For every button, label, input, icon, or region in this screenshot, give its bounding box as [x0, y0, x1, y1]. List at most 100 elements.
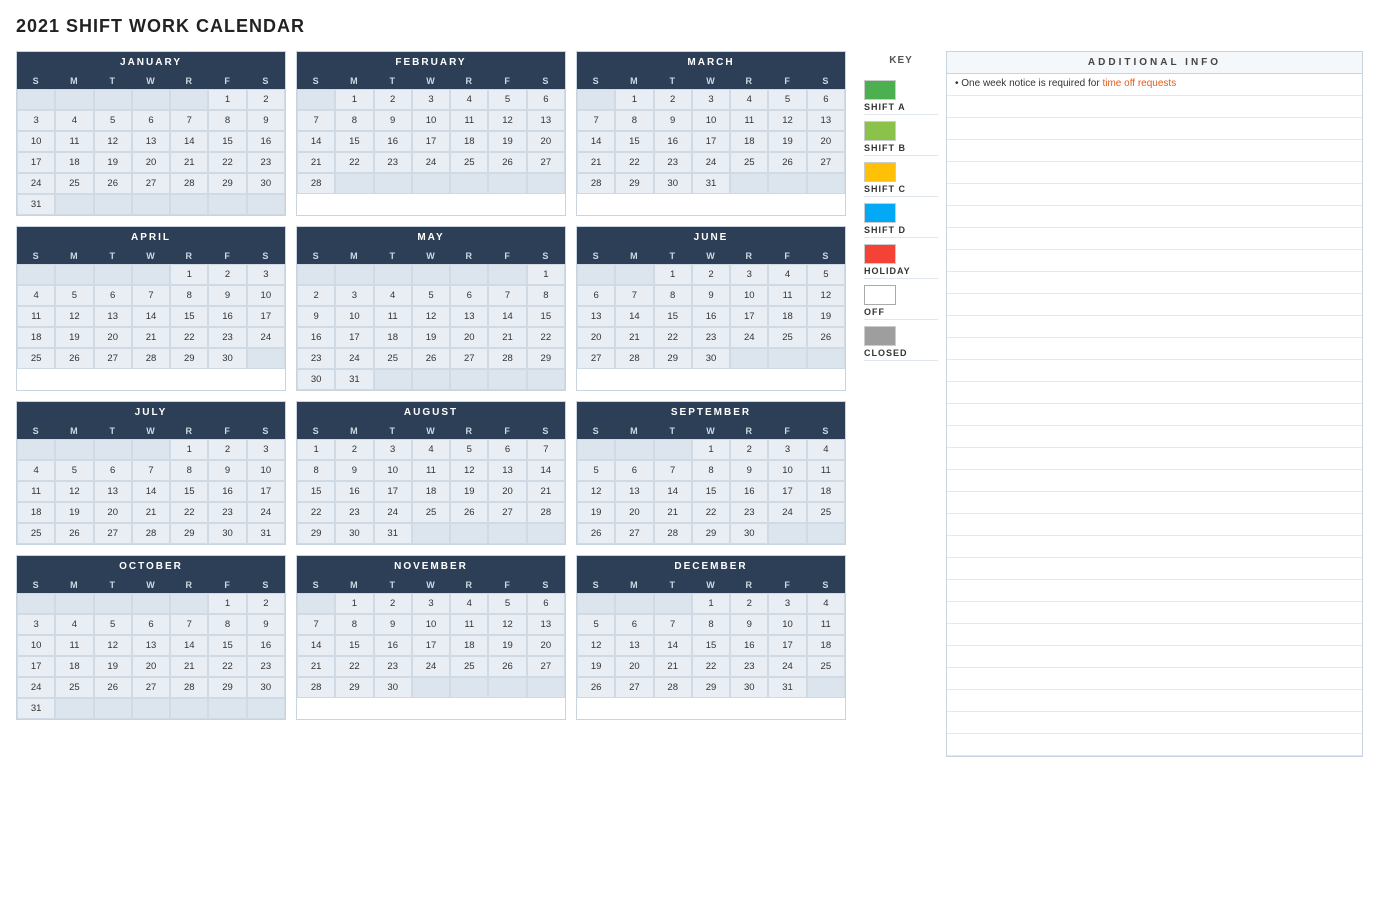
cal-cell-empty: [94, 439, 132, 460]
additional-info-row-1[interactable]: [947, 96, 1362, 118]
cal-cell-day: 2: [374, 89, 412, 110]
cal-cell-day: 13: [132, 635, 170, 656]
additional-info-row-11[interactable]: [947, 316, 1362, 338]
cal-cell-day: 26: [577, 523, 615, 544]
cal-cell-day: 15: [170, 306, 208, 327]
cal-cell-empty: [412, 369, 450, 390]
additional-info-row-2[interactable]: [947, 118, 1362, 140]
cal-cell-day: 9: [335, 460, 373, 481]
additional-info-row-16[interactable]: [947, 426, 1362, 448]
cal-cell-day: 25: [450, 152, 488, 173]
additional-info-row-17[interactable]: [947, 448, 1362, 470]
additional-info-row-24[interactable]: [947, 602, 1362, 624]
day-header-label: R: [450, 248, 488, 264]
additional-info-row-6[interactable]: [947, 206, 1362, 228]
cal-cell-day: 18: [55, 152, 93, 173]
cal-cell-day: 9: [247, 110, 285, 131]
cal-header: JUNE: [577, 227, 845, 248]
additional-info-row-19[interactable]: [947, 492, 1362, 514]
additional-info-row-7[interactable]: [947, 228, 1362, 250]
cal-cell-day: 6: [527, 593, 565, 614]
additional-info-row-22[interactable]: [947, 558, 1362, 580]
key-title: KEY: [856, 51, 946, 70]
cal-cell-day: 13: [615, 635, 653, 656]
cal-cell-day: 16: [730, 635, 768, 656]
day-header-label: F: [488, 73, 526, 89]
additional-info-row-18[interactable]: [947, 470, 1362, 492]
cal-cell-day: 28: [132, 348, 170, 369]
cal-cell-day: 16: [247, 635, 285, 656]
cal-cell-day: 8: [692, 460, 730, 481]
additional-info-row-30[interactable]: [947, 734, 1362, 756]
key-label-off: OFF: [864, 307, 885, 317]
cal-cell-day: 21: [615, 327, 653, 348]
additional-info-row-8[interactable]: [947, 250, 1362, 272]
cal-cell-day: 10: [412, 110, 450, 131]
cal-cell-empty: [615, 439, 653, 460]
cal-cell-empty: [208, 698, 246, 719]
cal-cell-day: 6: [488, 439, 526, 460]
additional-info-row-4[interactable]: [947, 162, 1362, 184]
cal-cell-day: 14: [132, 481, 170, 502]
cal-cell-day: 4: [17, 460, 55, 481]
cal-cell-day: 28: [132, 523, 170, 544]
cal-cell-day: 22: [208, 656, 246, 677]
additional-info-row-28[interactable]: [947, 690, 1362, 712]
cal-cell-day: 28: [488, 348, 526, 369]
cal-cell-day: 11: [55, 635, 93, 656]
cal-body: 1234567891011121314151617181920212223242…: [577, 593, 845, 698]
day-header-label: R: [170, 248, 208, 264]
cal-cell-day: 20: [527, 635, 565, 656]
key-swatch-shift-d: [864, 203, 896, 223]
cal-cell-day: 22: [335, 656, 373, 677]
cal-cell-day: 8: [615, 110, 653, 131]
day-header-label: S: [807, 423, 845, 439]
cal-header: SEPTEMBER: [577, 402, 845, 423]
cal-cell-day: 26: [450, 502, 488, 523]
additional-info-row-9[interactable]: [947, 272, 1362, 294]
cal-cell-day: 16: [692, 306, 730, 327]
cal-cell-day: 30: [297, 369, 335, 390]
cal-cell-day: 9: [692, 285, 730, 306]
day-header-label: R: [170, 577, 208, 593]
calendar-march: MARCHSMTWRFS1234567891011121314151617181…: [576, 51, 846, 216]
day-header-label: S: [527, 577, 565, 593]
day-header-label: M: [335, 73, 373, 89]
additional-info-row-26[interactable]: [947, 646, 1362, 668]
cal-cell-day: 17: [768, 635, 806, 656]
cal-cell-day: 5: [577, 460, 615, 481]
cal-cell-day: 20: [450, 327, 488, 348]
cal-cell-day: 1: [208, 89, 246, 110]
cal-cell-day: 20: [132, 152, 170, 173]
cal-cell-day: 19: [94, 656, 132, 677]
day-header-label: T: [374, 423, 412, 439]
key-label-shift-d: SHIFT D: [864, 225, 906, 235]
cal-cell-day: 2: [247, 89, 285, 110]
additional-info-row-25[interactable]: [947, 624, 1362, 646]
day-header-label: S: [297, 73, 335, 89]
right-section: KEY SHIFT ASHIFT BSHIFT CSHIFT DHOLIDAYO…: [856, 51, 1363, 757]
additional-info-row-23[interactable]: [947, 580, 1362, 602]
additional-info-row-14[interactable]: [947, 382, 1362, 404]
additional-info-row-12[interactable]: [947, 338, 1362, 360]
additional-info-row-21[interactable]: [947, 536, 1362, 558]
additional-info-row-13[interactable]: [947, 360, 1362, 382]
cal-cell-day: 14: [170, 131, 208, 152]
cal-cell-day: 11: [450, 614, 488, 635]
additional-info-row-20[interactable]: [947, 514, 1362, 536]
additional-info-row-29[interactable]: [947, 712, 1362, 734]
additional-info-row-3[interactable]: [947, 140, 1362, 162]
additional-info-row-15[interactable]: [947, 404, 1362, 426]
key-entry-holiday: HOLIDAY: [864, 238, 938, 279]
cal-header: AUGUST: [297, 402, 565, 423]
day-header-label: S: [577, 248, 615, 264]
additional-info-row-5[interactable]: [947, 184, 1362, 206]
cal-cell-day: 28: [170, 677, 208, 698]
cal-cell-day: 16: [730, 481, 768, 502]
day-header-label: T: [94, 423, 132, 439]
cal-cell-day: 6: [527, 89, 565, 110]
additional-info-row-0[interactable]: • One week notice is required for time o…: [947, 74, 1362, 96]
cal-body: 1234567891011121314151617181920212223242…: [297, 439, 565, 544]
additional-info-row-10[interactable]: [947, 294, 1362, 316]
additional-info-row-27[interactable]: [947, 668, 1362, 690]
